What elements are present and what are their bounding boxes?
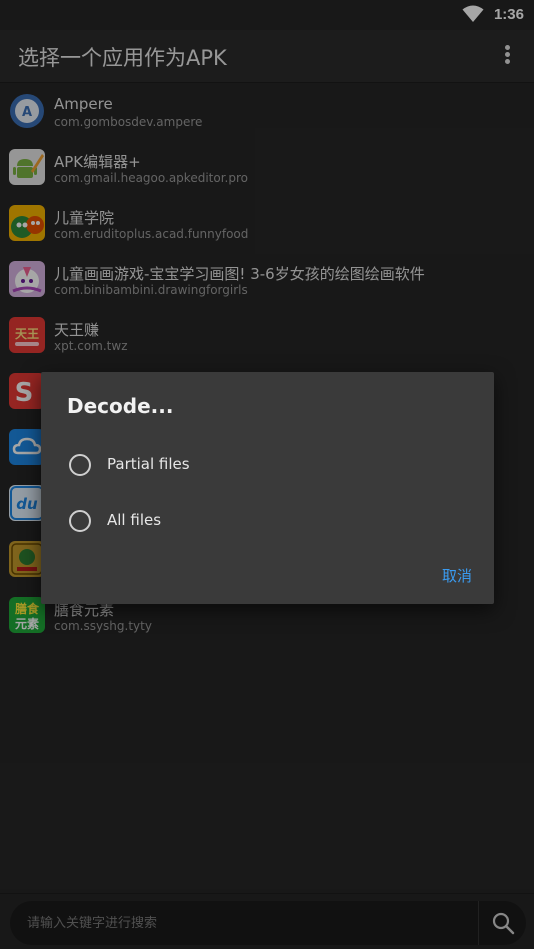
option-label: All files <box>107 511 162 529</box>
cancel-button[interactable]: 取消 <box>442 565 472 586</box>
radio-button[interactable] <box>69 454 91 476</box>
option-label: Partial files <box>107 455 190 473</box>
dialog-title: Decode... <box>67 394 174 418</box>
decode-dialog: Decode... Partial files All files 取消 <box>41 372 494 604</box>
option-partial-files[interactable]: Partial files <box>67 443 467 487</box>
radio-button[interactable] <box>69 510 91 532</box>
option-all-files[interactable]: All files <box>67 499 467 543</box>
